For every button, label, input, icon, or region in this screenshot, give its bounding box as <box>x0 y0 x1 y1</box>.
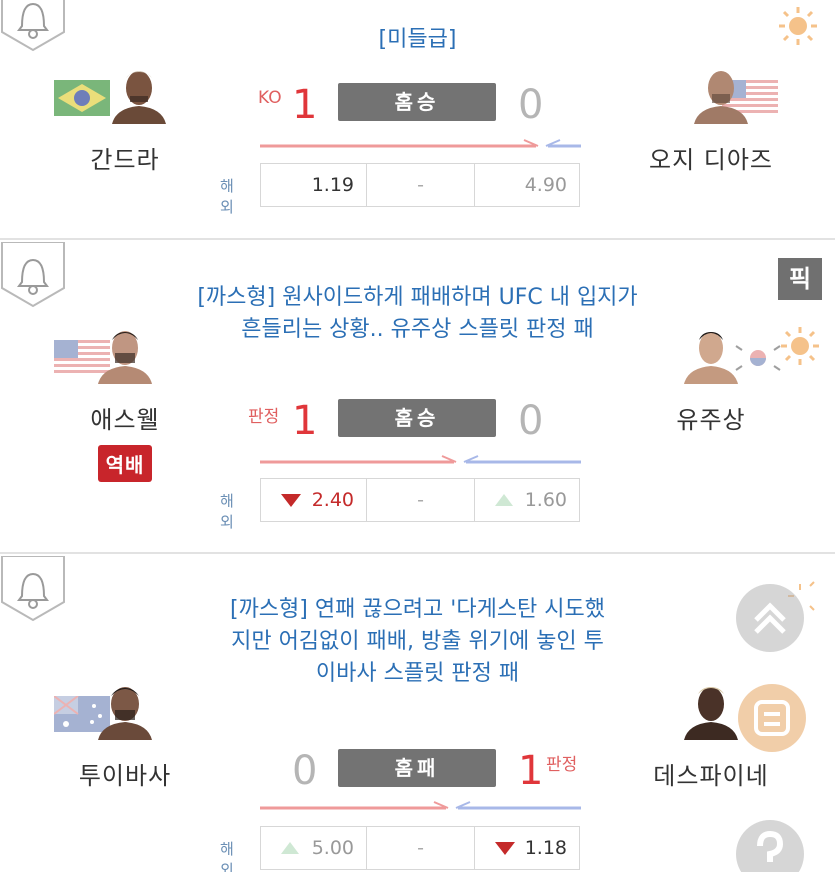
odds-draw-button[interactable]: - <box>366 826 475 870</box>
fighter-name: 데스파이네 <box>653 762 769 790</box>
list-icon <box>754 700 790 736</box>
match-headline[interactable]: [까스형] 연패 끊으려고 '다게스탄 시도했지만 어김없이 패배, 방출 위기… <box>225 594 610 690</box>
odds-down-icon <box>495 842 515 855</box>
away-score: 0 <box>518 398 544 444</box>
fighter-photo <box>98 687 152 740</box>
odds-arrows <box>258 138 583 152</box>
odds-down-icon <box>281 494 301 507</box>
bell-icon[interactable] <box>0 242 66 312</box>
fighter-name: 오지 디아즈 <box>648 146 774 174</box>
fighter-name: 유주상 <box>676 406 746 434</box>
korea-flag-icon <box>730 340 786 376</box>
home-score: 1 <box>292 398 318 444</box>
odds-arrows <box>258 800 583 814</box>
home-score: 0 <box>292 748 318 794</box>
home-fighter[interactable]: 간드라 <box>40 66 210 175</box>
away-score: 1 <box>518 748 544 794</box>
fighter-name: 애스웰 <box>90 406 160 434</box>
odds-label: 해외 <box>220 177 234 216</box>
result-bar: 홈승 <box>338 83 496 121</box>
odds-up-icon <box>495 494 513 506</box>
odds-away-button[interactable]: 1.60 <box>474 478 580 522</box>
odds-home: 1.19 <box>311 174 354 196</box>
list-button[interactable] <box>738 684 806 752</box>
odds-arrows <box>258 454 583 468</box>
match-card-3[interactable]: [까스형] 연패 끊으려고 '다게스탄 시도했지만 어김없이 패배, 방출 위기… <box>0 554 835 872</box>
match-headline[interactable]: [미들급] <box>195 24 640 56</box>
odds-label: 해외 <box>220 492 234 531</box>
match-headline[interactable]: [까스형] 원사이드하게 패배하며 UFC 내 입지가 흔들리는 상황.. 유주… <box>195 282 640 346</box>
help-icon <box>757 830 784 862</box>
odds-home-button[interactable]: 1.19 <box>260 163 367 207</box>
fighter-photo <box>98 331 152 384</box>
bell-icon[interactable] <box>0 0 66 56</box>
odds-away-button[interactable]: 1.18 <box>474 826 580 870</box>
odds-draw: - <box>417 174 424 196</box>
result-bar: 홈승 <box>338 399 496 437</box>
score-row: KO 1 홈승 0 <box>250 80 590 140</box>
brazil-flag-icon <box>54 80 110 116</box>
home-fighter[interactable]: 투이바사 <box>40 682 210 791</box>
score-row: 0 홈패 1 판정 <box>250 746 590 806</box>
home-score: 1 <box>292 82 318 128</box>
odds-home-button[interactable]: 5.00 <box>260 826 367 870</box>
match-card-1[interactable]: [미들급] 간드라 오지 디아즈 KO 1 홈승 0 해외 1.19 - 4.9… <box>0 0 835 238</box>
fighter-photo <box>684 332 738 384</box>
odds-draw: - <box>417 489 424 511</box>
result-bar: 홈패 <box>338 749 496 787</box>
away-fighter[interactable]: 오지 디아즈 <box>626 66 796 175</box>
fighter-name: 투이바사 <box>78 762 172 790</box>
sun-icon <box>779 7 817 45</box>
odds-away: 4.90 <box>524 174 567 196</box>
odds-draw: - <box>417 837 424 859</box>
odds-up-icon <box>281 842 299 854</box>
win-method: 판정 <box>546 755 578 775</box>
fighter-photo <box>694 71 748 124</box>
fighter-photo <box>112 71 166 124</box>
fighter-name: 간드라 <box>90 146 160 174</box>
win-method: 판정 <box>248 407 280 427</box>
odds-home: 2.40 <box>311 489 354 511</box>
scroll-top-button[interactable] <box>736 584 804 652</box>
pick-badge[interactable]: 픽 <box>778 258 822 300</box>
upset-badge: 역배 <box>97 445 153 482</box>
odds-draw-button[interactable]: - <box>366 163 475 207</box>
odds-home-button[interactable]: 2.40 <box>260 478 367 522</box>
odds-home: 5.00 <box>311 837 354 859</box>
match-list: [미들급] 간드라 오지 디아즈 KO 1 홈승 0 해외 1.19 - 4.9… <box>0 0 835 872</box>
odds-away: 1.60 <box>524 489 567 511</box>
fighter-photo <box>684 687 738 740</box>
score-row: 판정 1 홈승 0 <box>248 396 590 456</box>
match-card-2[interactable]: [까스형] 원사이드하게 패배하며 UFC 내 입지가 흔들리는 상황.. 유주… <box>0 240 835 552</box>
scroll-top-icon <box>754 602 786 634</box>
odds-away: 1.18 <box>524 837 567 859</box>
bell-icon[interactable] <box>0 556 66 626</box>
help-button[interactable] <box>736 820 804 872</box>
odds-away-button[interactable]: 4.90 <box>474 163 580 207</box>
away-fighter[interactable]: 유주상 <box>626 326 796 435</box>
win-method: KO <box>258 88 282 108</box>
home-fighter[interactable]: 애스웰 역배 <box>40 326 210 482</box>
away-score: 0 <box>518 82 544 128</box>
sun-icon <box>781 327 819 365</box>
odds-label: 해외 <box>220 840 234 872</box>
odds-draw-button[interactable]: - <box>366 478 475 522</box>
